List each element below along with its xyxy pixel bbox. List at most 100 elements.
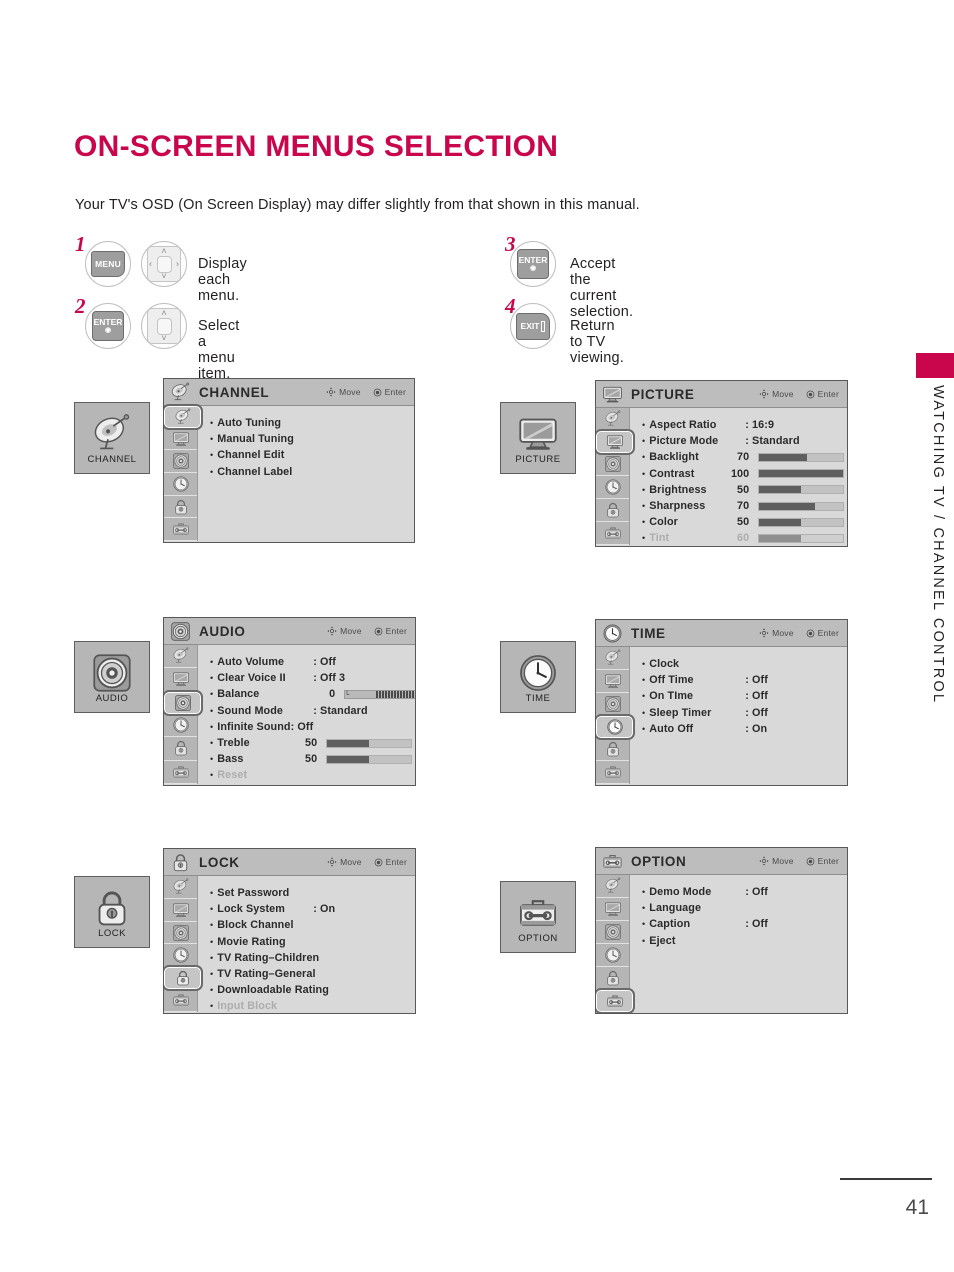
rail-item-satellite-dish[interactable] [164,645,197,669]
osd-row[interactable]: • Reset [210,767,415,783]
remote-dpad-ring[interactable]: ˄ ˅ [141,303,187,349]
rail-item-satellite-dish[interactable] [164,404,203,430]
osd-row[interactable]: • Off Time: Off [642,672,847,688]
rail-item-toolbox[interactable] [596,988,635,1013]
rail-item-satellite-dish[interactable] [596,408,629,431]
rail-item-satellite-dish[interactable] [596,647,629,670]
osd-row-slider[interactable] [326,754,413,764]
osd-row[interactable]: • Infinite Sound: Off [210,719,415,735]
osd-row[interactable]: • Treble 50 [210,735,415,751]
osd-row[interactable]: • Channel Label [210,464,414,480]
osd-row[interactable]: • Downloadable Rating [210,982,415,998]
osd-row[interactable]: • Input Block [210,998,415,1013]
osd-row[interactable]: •Balance 0 LR [210,686,415,702]
rail-item-lock[interactable] [164,737,197,761]
dpad-updown-icon[interactable]: ˄ ˅ [147,308,181,344]
osd-row-slider[interactable] [758,469,845,479]
osd-row[interactable]: • Aspect Ratio: 16:9 [642,417,847,433]
rail-item-clock[interactable] [164,714,197,738]
rail-item-lock[interactable] [164,496,197,519]
enter-button-icon[interactable]: ENTER ◉ [92,311,124,341]
osd-row[interactable]: • Channel Edit [210,447,414,463]
rail-item-tv[interactable] [596,429,635,455]
arrow-down-icon[interactable]: ˅ [161,334,166,343]
osd-row-slider[interactable] [758,501,845,511]
arrow-up-icon[interactable]: ˄ [161,309,166,318]
remote-dpad-ring[interactable]: ˄ ˅ ‹ › [141,241,187,287]
osd-row[interactable]: • Demo Mode: Off [642,884,847,900]
rail-item-speaker[interactable] [164,689,203,716]
osd-row[interactable]: • Clear Voice II: Off 3 [210,670,415,686]
rail-item-tv[interactable] [164,428,197,451]
osd-row[interactable]: • Set Password [210,885,415,901]
arrow-right-icon[interactable]: › [176,259,179,269]
rail-item-satellite-dish[interactable] [596,875,629,898]
rail-item-speaker[interactable] [164,922,197,945]
osd-row[interactable]: • Sharpness 70 [642,498,847,514]
rail-item-clock[interactable] [596,476,629,499]
osd-row[interactable]: • Lock System: On [210,901,415,917]
osd-row[interactable]: • Eject [642,933,847,949]
osd-row[interactable]: • Contrast 100 [642,466,847,482]
osd-row[interactable]: • Caption: Off [642,916,847,932]
rail-item-speaker[interactable] [596,921,629,944]
dpad-4way-icon[interactable]: ˄ ˅ ‹ › [147,246,181,282]
osd-row[interactable]: • Color 50 [642,514,847,530]
rail-item-speaker[interactable] [596,693,629,716]
osd-row-slider[interactable] [758,452,845,462]
osd-row[interactable]: • Sound Mode: Standard [210,703,415,719]
rail-item-speaker[interactable] [164,450,197,474]
menu-button-icon[interactable]: MENU [91,251,125,277]
osd-row[interactable]: • Auto Off: On [642,721,847,737]
rail-item-toolbox[interactable] [164,518,197,542]
rail-item-lock[interactable] [596,967,629,990]
rail-item-tv[interactable] [164,899,197,922]
osd-row[interactable]: • Auto Volume: Off [210,654,415,670]
arrow-left-icon[interactable]: ‹ [149,259,152,269]
rail-item-clock[interactable] [596,714,635,740]
osd-row-slider[interactable] [326,738,413,748]
dpad-center[interactable] [156,317,172,335]
osd-row[interactable]: • Clock [642,656,847,672]
rail-item-speaker[interactable] [596,453,629,476]
rail-item-tv[interactable] [596,898,629,921]
remote-key-enter-ring[interactable]: ENTER ◉ [510,241,556,287]
osd-row[interactable]: • TV Rating–General [210,966,415,982]
balance-slider[interactable]: LR [344,689,415,699]
osd-row[interactable]: • On TIme: Off [642,688,847,704]
rail-item-toolbox[interactable] [596,761,629,784]
osd-row[interactable]: • Auto Tuning [210,415,414,431]
osd-row[interactable]: • Movie Rating [210,934,415,950]
rail-item-tv[interactable] [596,670,629,693]
rail-item-toolbox[interactable] [164,989,197,1012]
osd-row[interactable]: • Bass 50 [210,751,415,767]
rail-item-lock[interactable] [164,965,203,992]
rail-item-lock[interactable] [596,499,629,522]
rail-item-lock[interactable] [596,738,629,761]
enter-button-icon[interactable]: ENTER ◉ [517,249,549,279]
osd-row[interactable]: • Brightness 50 [642,482,847,498]
rail-item-toolbox[interactable] [164,761,197,784]
rail-item-tv[interactable] [164,668,197,692]
remote-key-enter-ring[interactable]: ENTER ◉ [85,303,131,349]
exit-button-icon[interactable]: EXIT [516,312,550,340]
osd-row[interactable]: • Sleep Timer: Off [642,705,847,721]
osd-row[interactable]: • Picture Mode: Standard [642,433,847,449]
osd-row-slider[interactable] [758,517,845,527]
remote-key-menu-ring[interactable]: MENU [85,241,131,287]
arrow-up-icon[interactable]: ˄ [161,247,166,256]
rail-item-clock[interactable] [164,473,197,496]
rail-item-satellite-dish[interactable] [164,876,197,899]
osd-row[interactable]: • Backlight 70 [642,449,847,465]
osd-row[interactable]: • TV Rating–Children [210,950,415,966]
arrow-down-icon[interactable]: ˅ [161,272,166,281]
osd-row-slider[interactable] [758,533,845,543]
rail-item-clock[interactable] [164,944,197,968]
osd-row-slider[interactable] [758,485,845,495]
remote-key-exit-ring[interactable]: EXIT [510,303,556,349]
osd-row[interactable]: • Block Channel [210,917,415,933]
osd-row[interactable]: • Tint 60 [642,530,847,546]
rail-item-clock[interactable] [596,944,629,967]
osd-row[interactable]: • Manual Tuning [210,431,414,447]
rail-item-toolbox[interactable] [596,522,629,545]
